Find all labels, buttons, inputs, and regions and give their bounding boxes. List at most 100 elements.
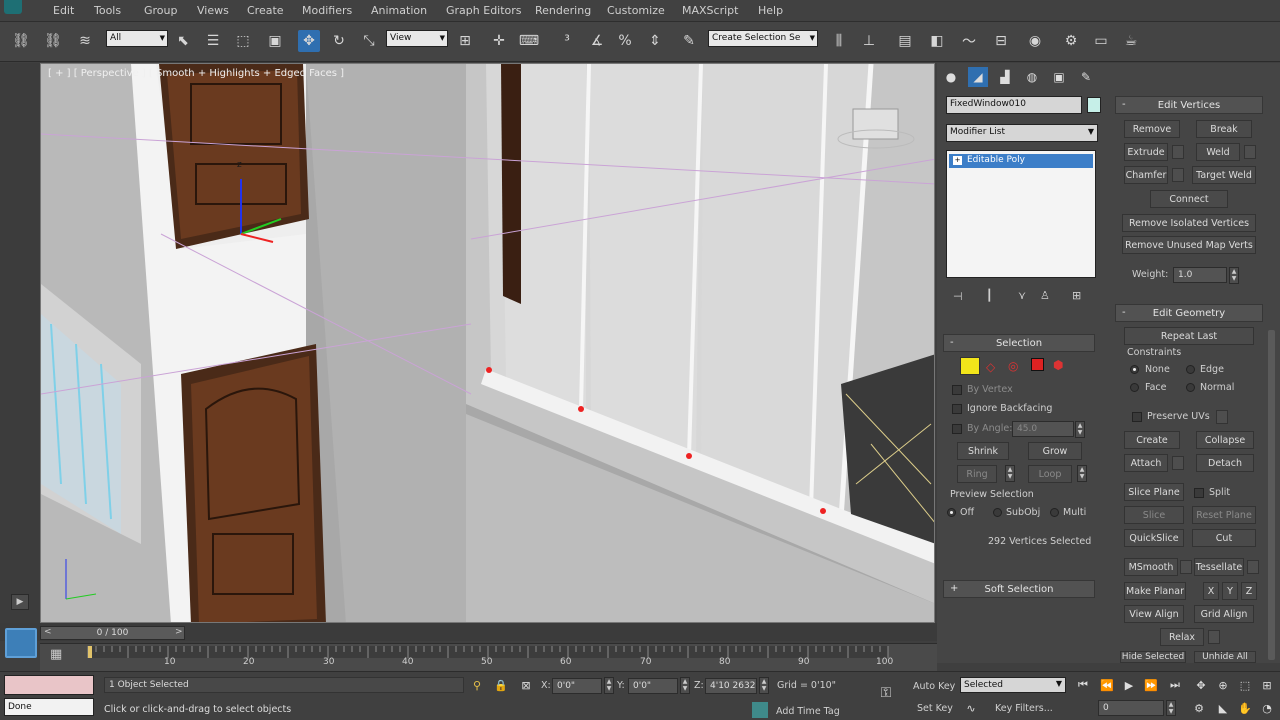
slice-button[interactable]: Slice [1124, 506, 1184, 524]
preserve-uvs-settings-icon[interactable] [1216, 410, 1228, 424]
show-end-result-icon[interactable]: ┃ [986, 289, 993, 302]
msmooth-button[interactable]: MSmooth [1124, 558, 1178, 576]
select-and-move-icon[interactable]: ✥ [298, 30, 320, 52]
curve-editor-icon[interactable]: 〜 [958, 30, 980, 52]
planar-z-button[interactable]: Z [1241, 582, 1257, 600]
reset-plane-button[interactable]: Reset Plane [1192, 506, 1256, 524]
graphite-tools-icon[interactable]: ◧ [926, 30, 948, 52]
material-editor-icon[interactable]: ◉ [1024, 30, 1046, 52]
remove-modifier-icon[interactable]: ♙ [1040, 289, 1050, 302]
perspective-viewport[interactable]: z [40, 63, 935, 623]
z-coord-field[interactable]: 4'10 2632" [705, 678, 757, 694]
selection-lock-icon[interactable]: 🔒 [492, 677, 510, 693]
play-icon[interactable]: ▶ [1120, 677, 1138, 693]
soft-selection-rollout-header[interactable]: + Soft Selection [943, 580, 1095, 598]
menu-customize[interactable]: Customize [607, 4, 665, 17]
preview-multi-radio[interactable] [1050, 508, 1059, 517]
angle-snap-icon[interactable]: ∡ [586, 30, 608, 52]
keyboard-shortcut-icon[interactable]: ⌨ [518, 30, 540, 52]
pivot-center-icon[interactable]: ⊞ [454, 30, 476, 52]
repeat-last-button[interactable]: Repeat Last [1124, 327, 1254, 345]
constraint-normal-radio[interactable] [1186, 383, 1195, 392]
current-frame-field[interactable]: 0 [1098, 700, 1164, 716]
reference-coordinate-dropdown[interactable]: View ▼ [386, 30, 448, 47]
time-slider-next-icon[interactable]: > [175, 627, 183, 637]
add-time-tag-label[interactable]: Add Time Tag [776, 706, 840, 717]
select-and-rotate-icon[interactable]: ↻ [328, 30, 350, 52]
attach-button[interactable]: Attach [1124, 454, 1168, 472]
rendered-frame-window-icon[interactable]: ▭ [1090, 30, 1112, 52]
element-mode-icon[interactable]: ⬢ [1053, 358, 1063, 372]
relax-settings-icon[interactable] [1208, 630, 1220, 644]
by-vertex-checkbox[interactable] [952, 385, 962, 395]
make-planar-button[interactable]: Make Planar [1124, 582, 1186, 600]
quickslice-button[interactable]: QuickSlice [1124, 529, 1184, 547]
split-checkbox[interactable] [1194, 488, 1204, 498]
tessellate-button[interactable]: Tessellate [1194, 558, 1244, 576]
time-slider-prev-icon[interactable]: < [44, 627, 52, 637]
open-mini-curve-editor-icon[interactable]: ▦ [50, 647, 62, 662]
menu-maxscript[interactable]: MAXScript [682, 4, 738, 17]
mirror-icon[interactable]: ⫼ [828, 30, 850, 52]
weld-settings-icon[interactable] [1244, 145, 1256, 159]
tessellate-settings-icon[interactable] [1247, 560, 1259, 574]
preview-subobj-radio[interactable] [993, 508, 1002, 517]
menu-edit[interactable]: Edit [53, 4, 74, 17]
create-button[interactable]: Create [1124, 431, 1180, 449]
next-frame-icon[interactable]: ⏩ [1142, 677, 1160, 693]
absolute-mode-transform-icon[interactable]: ⊠ [517, 677, 535, 693]
go-to-end-icon[interactable]: ⏭ [1166, 677, 1184, 693]
chamfer-settings-icon[interactable] [1172, 168, 1184, 182]
menu-modifiers[interactable]: Modifiers [302, 4, 352, 17]
spinner-snap-icon[interactable]: ⇕ [644, 30, 666, 52]
time-configuration-icon[interactable]: ⚙ [1190, 700, 1208, 716]
modifier-list-dropdown[interactable]: Modifier List ▼ [946, 124, 1098, 142]
select-and-scale-icon[interactable]: ⤡ [358, 30, 380, 52]
maxscript-output[interactable]: Done [4, 698, 94, 716]
select-object-icon[interactable]: ⬉ [172, 30, 194, 52]
weight-field[interactable]: 1.0 [1173, 267, 1227, 283]
menu-create[interactable]: Create [247, 4, 284, 17]
zoom-all-icon[interactable]: ⊕ [1214, 677, 1232, 693]
menu-help[interactable]: Help [758, 4, 783, 17]
planar-x-button[interactable]: X [1203, 582, 1219, 600]
extrude-settings-icon[interactable] [1172, 145, 1184, 159]
maxscript-listener-input[interactable] [4, 675, 94, 695]
auto-key-button[interactable]: Auto Key [913, 681, 955, 692]
render-setup-icon[interactable]: ⚙ [1060, 30, 1082, 52]
constraint-none-radio[interactable] [1130, 365, 1139, 374]
menu-animation[interactable]: Animation [371, 4, 427, 17]
current-frame-spinner[interactable]: ▲ ▼ [1166, 700, 1176, 716]
select-and-link-icon[interactable]: ⛓ [10, 30, 32, 52]
remove-unused-map-verts-button[interactable]: Remove Unused Map Verts [1122, 236, 1256, 254]
zoom-extents-icon[interactable]: ⬚ [1236, 677, 1254, 693]
object-name-field[interactable]: FixedWindow010 [946, 96, 1082, 114]
by-angle-checkbox[interactable] [952, 424, 962, 434]
msmooth-settings-icon[interactable] [1180, 560, 1192, 574]
constraint-edge-radio[interactable] [1186, 365, 1195, 374]
object-color-swatch[interactable] [1087, 97, 1101, 113]
window-crossing-icon[interactable]: ▣ [264, 30, 286, 52]
pan-view-icon[interactable]: ✋ [1236, 700, 1254, 716]
border-mode-icon[interactable]: ◎ [1008, 359, 1018, 373]
menu-graph-editors[interactable]: Graph Editors [446, 4, 522, 17]
key-curve-icon[interactable]: ∿ [962, 700, 980, 716]
viewport-label[interactable]: [ + ] [ Perspective ] [ Smooth + Highlig… [48, 68, 344, 79]
ring-button[interactable]: Ring [957, 465, 997, 483]
shrink-button[interactable]: Shrink [957, 442, 1009, 460]
rectangular-selection-icon[interactable]: ⬚ [232, 30, 254, 52]
display-icon[interactable]: ▣ [1049, 67, 1069, 87]
pin-stack-icon[interactable]: ⊣ [953, 290, 963, 303]
slice-plane-button[interactable]: Slice Plane [1124, 483, 1184, 501]
by-angle-spinner[interactable]: ▲ ▼ [1075, 421, 1085, 438]
snaps-toggle-icon[interactable]: ³ [556, 30, 578, 52]
previous-frame-icon[interactable]: ⏪ [1098, 677, 1116, 693]
mini-listener-icon[interactable] [5, 628, 37, 658]
menu-views[interactable]: Views [197, 4, 229, 17]
key-mode-dropdown[interactable]: Selected ▼ [960, 677, 1066, 693]
detach-button[interactable]: Detach [1196, 454, 1254, 472]
preserve-uvs-checkbox[interactable] [1132, 412, 1142, 422]
make-unique-icon[interactable]: ⋎ [1018, 289, 1026, 302]
remove-button[interactable]: Remove [1124, 120, 1180, 138]
preview-off-radio[interactable] [947, 508, 956, 517]
